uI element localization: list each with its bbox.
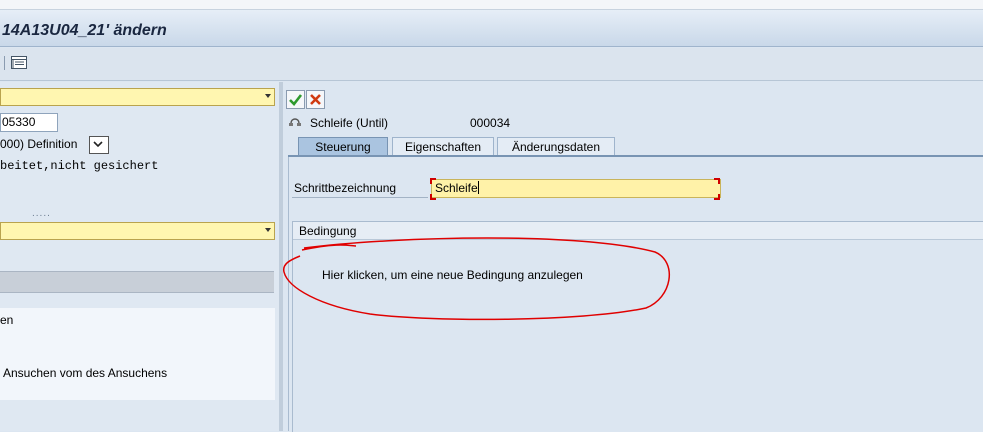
list-item[interactable]: Ansuchen vom des Ansuchens xyxy=(3,366,167,380)
tab-eigenschaften[interactable]: Eigenschaften xyxy=(392,137,494,156)
dropdown-icon xyxy=(265,94,271,98)
table-icon[interactable] xyxy=(11,56,27,69)
step-name-label: Schrittbezeichnung xyxy=(294,181,397,195)
loop-id: 000034 xyxy=(470,116,511,130)
left-dropdown-bottom[interactable] xyxy=(0,222,275,240)
condition-group-header xyxy=(293,222,983,240)
list-header xyxy=(0,271,274,293)
left-dropdown-top[interactable] xyxy=(0,88,275,106)
loop-icon xyxy=(288,114,302,128)
tab-steuerung[interactable]: Steuerung xyxy=(298,137,388,156)
definition-select-button[interactable] xyxy=(89,136,109,154)
number-field[interactable]: 05330 xyxy=(0,113,58,132)
page-title: 14A13U04_21' ändern xyxy=(2,22,167,39)
condition-group-title: Bedingung xyxy=(299,224,357,238)
tab-aenderungsdaten[interactable]: Änderungsdaten xyxy=(497,137,615,156)
step-name-input[interactable]: Schleife xyxy=(431,179,721,198)
new-condition-link[interactable]: Hier klicken, um eine neue Bedingung anz… xyxy=(322,268,583,282)
required-marker xyxy=(430,194,436,200)
list-item[interactable]: en xyxy=(0,313,13,327)
step-name-value: Schleife xyxy=(435,181,478,195)
required-marker xyxy=(714,178,720,184)
text-cursor xyxy=(477,181,479,194)
label-underline xyxy=(292,197,428,198)
left-list xyxy=(0,308,275,400)
status-text: beitet,nicht gesichert xyxy=(0,159,159,173)
confirm-button[interactable] xyxy=(286,90,305,109)
top-strip xyxy=(0,0,983,10)
definition-select-value[interactable]: 000) Definition xyxy=(0,135,88,153)
cancel-button[interactable] xyxy=(306,90,325,109)
chevron-down-icon xyxy=(93,141,103,148)
required-marker xyxy=(714,194,720,200)
dropdown-icon xyxy=(265,228,271,232)
condition-group xyxy=(292,221,983,432)
loop-label: Schleife (Until) xyxy=(310,116,389,130)
cancel-icon xyxy=(310,94,321,105)
confirm-icon xyxy=(289,94,303,106)
toolbar-separator xyxy=(4,56,5,70)
application-toolbar xyxy=(0,48,983,81)
required-marker xyxy=(430,178,436,184)
splitter-dots[interactable]: ..... xyxy=(32,208,51,219)
